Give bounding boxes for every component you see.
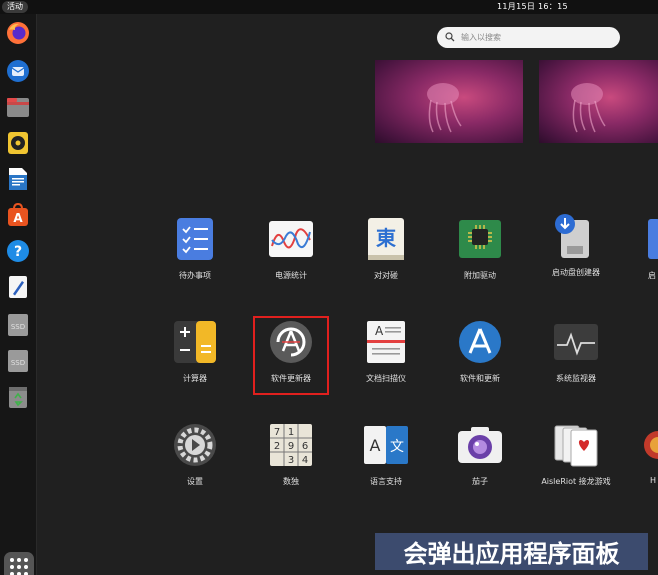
app-todo[interactable]: 待办事项 (149, 216, 241, 290)
workspace-preview-2[interactable] (539, 60, 658, 143)
app-software-and-updates[interactable]: 软件和更新 (434, 319, 526, 393)
app-calculator[interactable]: 计算器 (149, 319, 241, 393)
activities-button[interactable]: 活动 (2, 1, 28, 13)
dock: A ? SSD SSD (0, 14, 36, 575)
svg-text:3: 3 (288, 455, 294, 466)
svg-text:A: A (375, 324, 384, 338)
svg-text:文: 文 (390, 439, 404, 455)
text-editor-icon[interactable] (5, 274, 31, 300)
startup-disk-creator-icon (553, 213, 599, 259)
svg-text:6: 6 (302, 441, 308, 452)
app-system-monitor[interactable]: 系统监视器 (530, 319, 622, 393)
app-additional-drivers[interactable]: 附加驱动 (434, 216, 526, 290)
search-icon (445, 32, 455, 42)
app-sudoku[interactable]: 71 296 34 数独 (245, 422, 337, 496)
language-support-icon: A文 (363, 422, 409, 468)
app-startup-disk-creator[interactable]: 启动盘创建器 (530, 213, 622, 287)
ssd-drive-icon[interactable]: SSD (5, 348, 31, 374)
app-mahjongg[interactable]: 東 对对碰 (340, 216, 432, 290)
thunderbird-icon[interactable] (5, 58, 31, 84)
partial-app-icon (624, 422, 658, 468)
app-label: 启动盘创建器 (552, 268, 600, 277)
aisleriot-icon (553, 422, 599, 468)
partial-app-icon (624, 216, 658, 262)
cheese-icon (457, 422, 503, 468)
app-cheese[interactable]: 茄子 (434, 422, 526, 496)
top-bar: 活动 11月15日 16：15 (0, 0, 658, 14)
additional-drivers-icon (457, 216, 503, 262)
svg-text:SSD: SSD (11, 323, 25, 331)
software-and-updates-icon (457, 319, 503, 365)
svg-text:東: 東 (376, 226, 396, 250)
app-document-scanner[interactable]: A 文档扫描仪 (340, 319, 432, 393)
ssd-drive-icon[interactable]: SSD (5, 312, 31, 338)
app-label: 文档扫描仪 (366, 374, 406, 383)
settings-icon (172, 422, 218, 468)
files-icon[interactable] (5, 94, 31, 120)
svg-text:2: 2 (274, 441, 280, 452)
system-monitor-icon (553, 319, 599, 365)
dock-divider (36, 14, 37, 575)
writer-icon[interactable] (5, 166, 31, 192)
app-center-icon[interactable]: A (5, 202, 31, 228)
jellyfish-wallpaper-icon (427, 83, 462, 133)
mahjongg-icon: 東 (363, 216, 409, 262)
selection-highlight (253, 316, 329, 395)
power-statistics-icon (268, 216, 314, 262)
app-partial-right-2[interactable]: H (624, 422, 658, 496)
app-partial-right[interactable]: 启 (624, 216, 658, 290)
app-label: H (650, 476, 657, 485)
app-label: 数独 (283, 477, 299, 486)
calculator-icon (172, 319, 218, 365)
app-label: 茄子 (472, 477, 488, 486)
app-label: 启 (648, 271, 656, 280)
app-label: 系统监视器 (556, 374, 596, 383)
help-icon[interactable]: ? (5, 238, 31, 264)
rhythmbox-icon[interactable] (5, 130, 31, 156)
trash-icon[interactable] (5, 384, 31, 410)
search-placeholder: 输入以搜索 (461, 33, 501, 42)
document-scanner-icon: A (363, 319, 409, 365)
svg-text:7: 7 (274, 427, 280, 438)
app-label: 待办事项 (179, 271, 211, 280)
tutorial-caption: 会弹出应用程序面板 (375, 533, 648, 570)
clock[interactable]: 11月15日 16：15 (497, 1, 568, 13)
svg-text:?: ? (14, 244, 22, 260)
app-aisleriot[interactable]: AisleRiot 接龙游戏 (530, 422, 622, 496)
svg-text:9: 9 (288, 441, 294, 452)
app-label: 电源统计 (275, 271, 307, 280)
show-apps-button[interactable] (4, 552, 34, 575)
todo-icon (172, 216, 218, 262)
firefox-icon[interactable] (5, 20, 31, 46)
svg-text:4: 4 (302, 455, 308, 466)
jellyfish-wallpaper-icon (571, 83, 606, 133)
app-label: 计算器 (183, 374, 207, 383)
svg-text:A: A (370, 436, 381, 455)
app-label: 附加驱动 (464, 271, 496, 280)
app-label: 对对碰 (374, 271, 398, 280)
search-input[interactable]: 输入以搜索 (437, 27, 620, 48)
app-label: 设置 (187, 477, 203, 486)
app-power-statistics[interactable]: 电源统计 (245, 216, 337, 290)
sudoku-icon: 71 296 34 (268, 422, 314, 468)
workspace-preview-1[interactable] (375, 60, 523, 143)
app-label: 语言支持 (370, 477, 402, 486)
app-settings[interactable]: 设置 (149, 422, 241, 496)
app-label: AisleRiot 接龙游戏 (541, 477, 611, 486)
svg-text:SSD: SSD (11, 359, 25, 367)
app-language-support[interactable]: A文 语言支持 (340, 422, 432, 496)
svg-text:A: A (13, 211, 23, 225)
svg-text:1: 1 (288, 427, 294, 438)
app-label: 软件和更新 (460, 374, 500, 383)
